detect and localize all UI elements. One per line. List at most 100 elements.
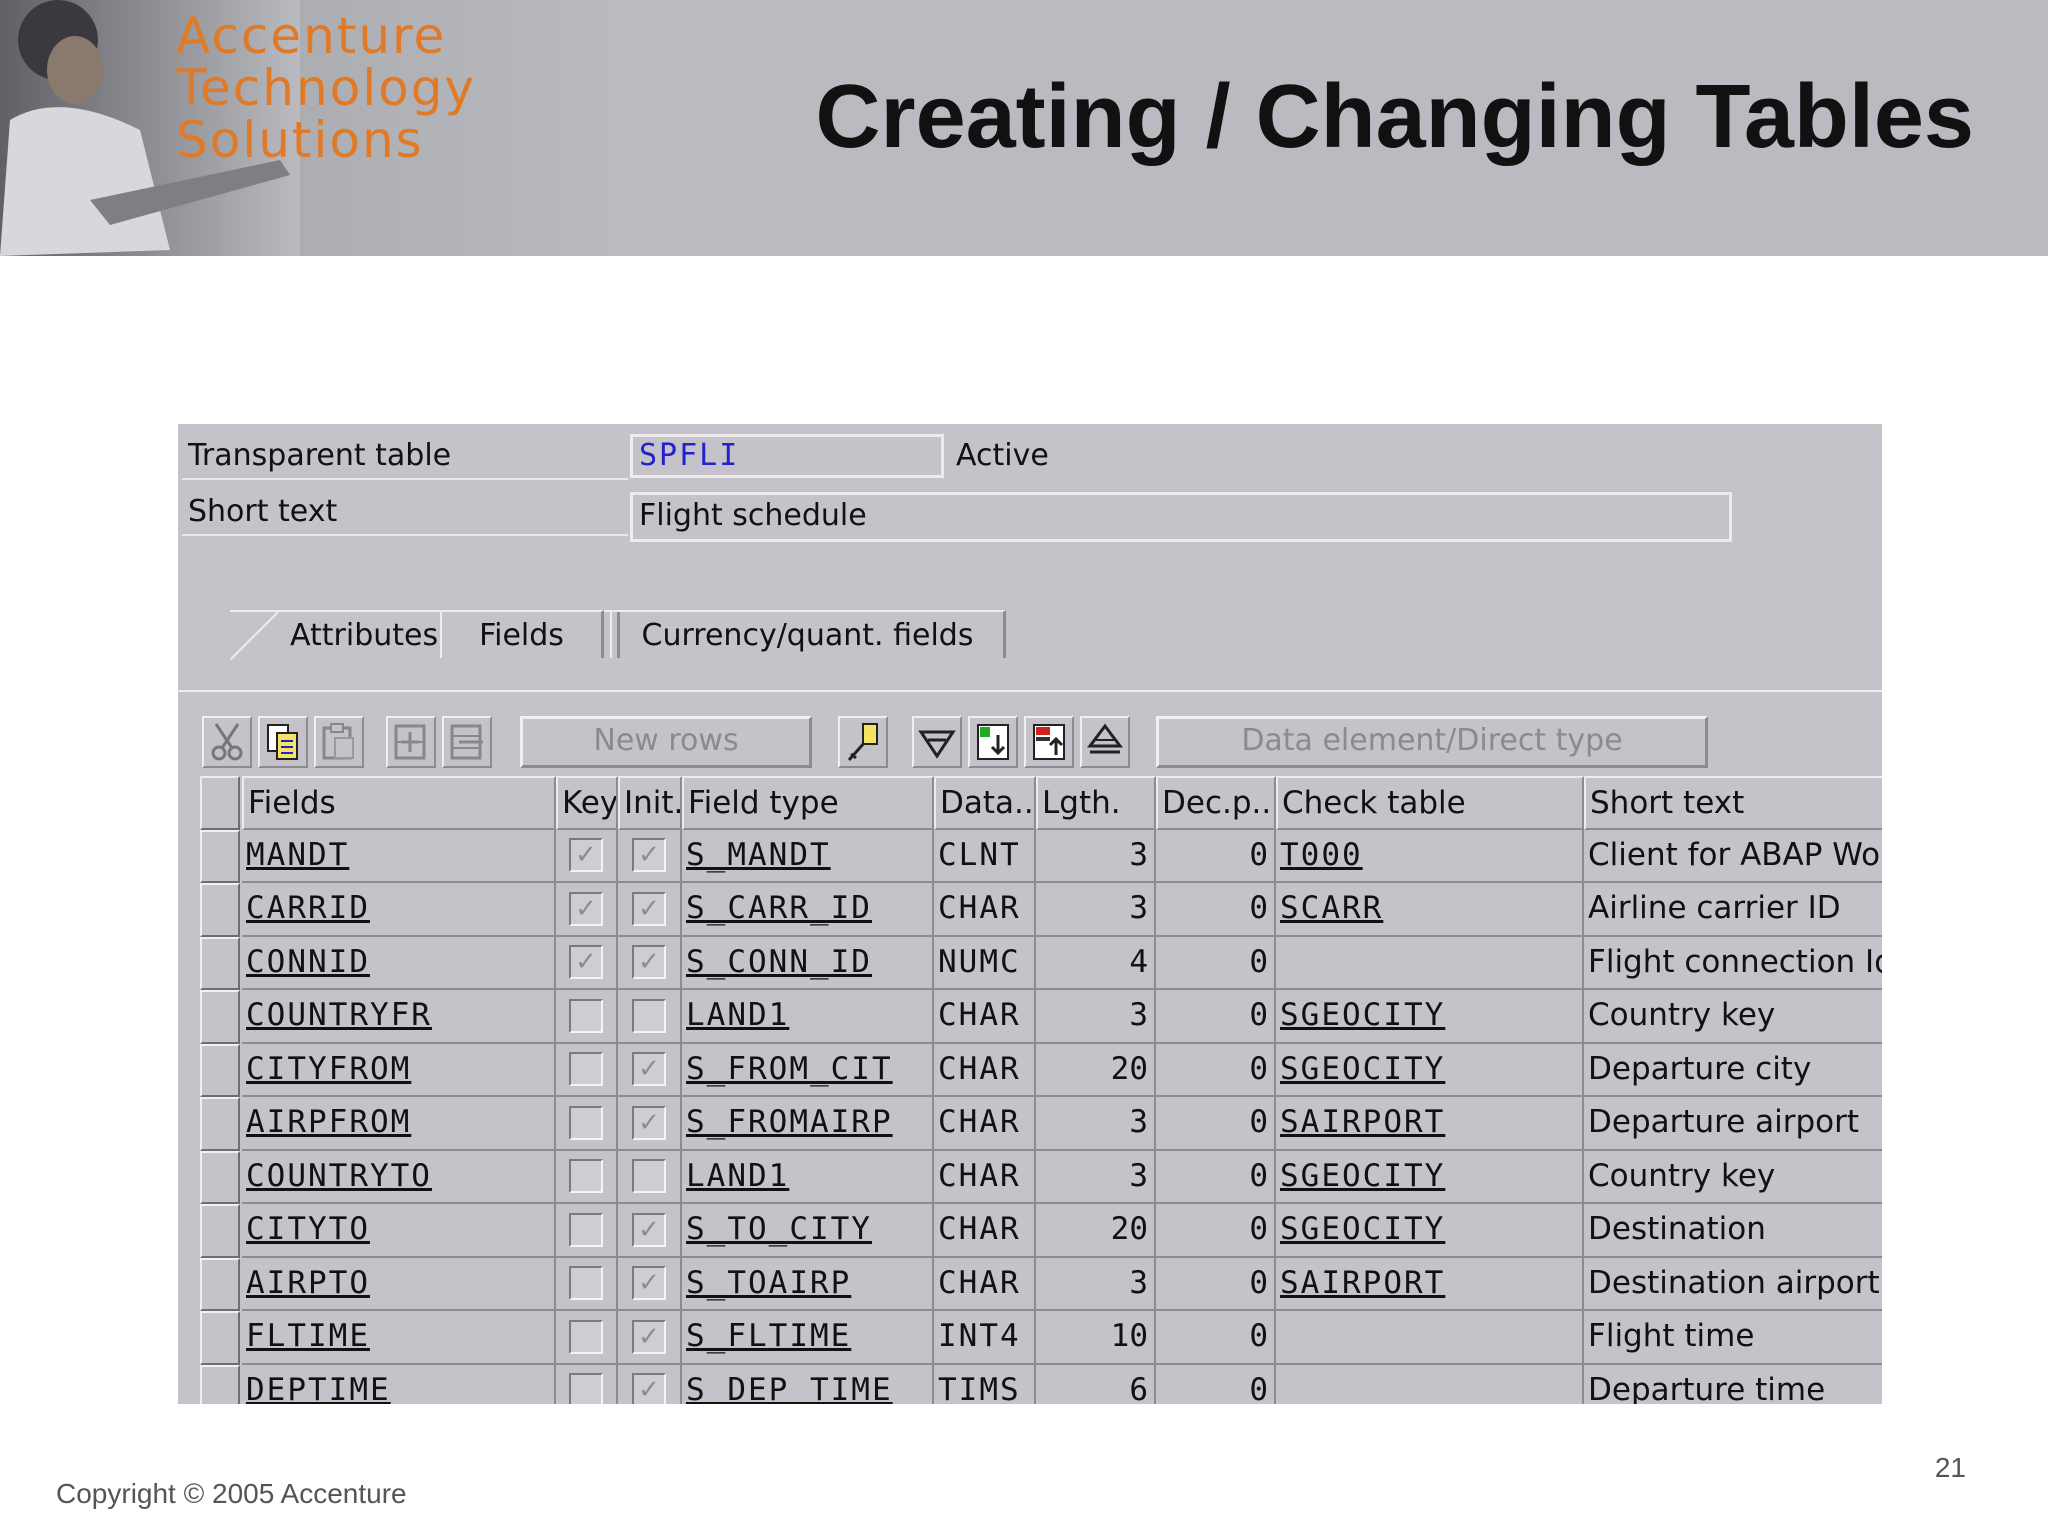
col-header-key[interactable]: Key [556,776,618,830]
check-table-cell[interactable]: T000 [1276,829,1584,883]
field-type-cell[interactable]: S_FLTIME [682,1311,934,1365]
data-type-cell: CHAR [934,1097,1036,1151]
col-header-fields[interactable]: Fields [242,776,556,830]
field-type-cell[interactable]: S_TO_CITY [682,1204,934,1258]
row-selector[interactable] [200,936,240,990]
search-help-icon[interactable] [912,716,962,768]
short-text-field[interactable]: Flight schedule [630,492,1732,542]
field-name-cell[interactable]: FLTIME [242,1311,556,1365]
col-header-decimals[interactable]: Dec.p... [1156,776,1276,830]
copy-icon[interactable] [258,716,308,768]
check-table-cell[interactable]: SCARR [1276,883,1584,937]
field-name-cell[interactable]: CARRID [242,883,556,937]
row-selector[interactable] [200,1097,240,1151]
row-selector[interactable] [200,1204,240,1258]
unchecked-checkbox-icon[interactable] [569,1105,603,1140]
row-selector[interactable] [200,1150,240,1204]
row-selector[interactable] [200,1043,240,1097]
field-name-cell[interactable]: MANDT [242,829,556,883]
checked-checkbox-icon[interactable]: ✓ [632,838,666,873]
unchecked-checkbox-icon[interactable] [569,1319,603,1354]
checked-checkbox-icon[interactable]: ✓ [632,1105,666,1140]
col-header-init[interactable]: Init. [618,776,682,830]
check-table-cell[interactable]: SGEOCITY [1276,1150,1584,1204]
decimals-cell: 0 [1156,1150,1276,1204]
include-icon[interactable] [1024,716,1074,768]
field-name-cell[interactable]: CONNID [242,936,556,990]
checked-checkbox-icon[interactable]: ✓ [632,1052,666,1087]
data-element-direct-type-button[interactable]: Data element/Direct type [1156,716,1708,768]
key-icon[interactable] [838,716,888,768]
check-table-cell[interactable] [1276,1364,1584,1404]
append-structure-icon[interactable] [968,716,1018,768]
field-name-cell[interactable]: COUNTRYTO [242,1150,556,1204]
checked-checkbox-icon[interactable]: ✓ [569,838,603,873]
unchecked-checkbox-icon[interactable] [569,1266,603,1301]
select-all-cell[interactable] [200,776,240,830]
field-name-cell[interactable]: DEPTIME [242,1364,556,1404]
decimals-cell: 0 [1156,1311,1276,1365]
field-name-cell[interactable]: COUNTRYFR [242,990,556,1044]
check-table-cell[interactable]: SAIRPORT [1276,1257,1584,1311]
table-name-field[interactable]: SPFLI [630,434,944,478]
check-table-cell[interactable]: SGEOCITY [1276,990,1584,1044]
field-name-cell[interactable]: CITYTO [242,1204,556,1258]
check-table-cell[interactable]: SGEOCITY [1276,1204,1584,1258]
col-header-length[interactable]: Lgth. [1036,776,1156,830]
paste-icon[interactable] [314,716,364,768]
row-selector[interactable] [200,1364,240,1404]
checked-checkbox-icon[interactable]: ✓ [569,891,603,926]
hierarchy-icon[interactable] [1080,716,1130,768]
col-header-data-type[interactable]: Data... [934,776,1036,830]
field-name-cell[interactable]: CITYFROM [242,1043,556,1097]
checked-checkbox-icon[interactable]: ✓ [569,945,603,980]
tab-fields[interactable]: Fields [440,610,604,658]
new-rows-button[interactable]: New rows [520,716,812,768]
checked-checkbox-icon[interactable]: ✓ [632,1266,666,1301]
field-type-cell[interactable]: LAND1 [682,990,934,1044]
unchecked-checkbox-icon[interactable] [569,1052,603,1087]
field-type-cell[interactable]: S_MANDT [682,829,934,883]
checked-checkbox-icon[interactable]: ✓ [632,945,666,980]
unchecked-checkbox-icon[interactable] [569,1373,603,1404]
field-type-cell[interactable]: S_CARR_ID [682,883,934,937]
check-table-cell[interactable]: SGEOCITY [1276,1043,1584,1097]
key-checkbox [556,1257,618,1311]
col-header-field-type[interactable]: Field type [682,776,934,830]
row-selector[interactable] [200,1257,240,1311]
field-type-cell[interactable]: S_TOAIRP [682,1257,934,1311]
length-cell: 3 [1036,1257,1156,1311]
unchecked-checkbox-icon[interactable] [569,998,603,1033]
row-selector[interactable] [200,990,240,1044]
checked-checkbox-icon[interactable]: ✓ [632,1373,666,1404]
check-table-cell[interactable] [1276,1311,1584,1365]
row-selector[interactable] [200,829,240,883]
insert-row-icon[interactable] [386,716,436,768]
field-name-cell[interactable]: AIRPTO [242,1257,556,1311]
row-selector[interactable] [200,883,240,937]
cut-icon[interactable] [202,716,252,768]
field-name-cell[interactable]: AIRPFROM [242,1097,556,1151]
unchecked-checkbox-icon[interactable] [569,1212,603,1247]
unchecked-checkbox-icon[interactable] [632,998,666,1033]
check-table-cell[interactable] [1276,936,1584,990]
delete-row-icon[interactable] [442,716,492,768]
check-table-cell[interactable]: SAIRPORT [1276,1097,1584,1151]
field-type-cell[interactable]: S_DEP_TIME [682,1364,934,1404]
checked-checkbox-icon[interactable]: ✓ [632,891,666,926]
col-header-short-text[interactable]: Short text [1584,776,1882,830]
row-selector[interactable] [200,1311,240,1365]
key-checkbox: ✓ [556,883,618,937]
initial-values-checkbox [618,1150,682,1204]
tab-currency-quant-fields[interactable]: Currency/quant. fields [610,610,1006,658]
table-row: CONNID ✓ ✓ S_CONN_ID NUMC 4 0 Flight connection… [200,936,1882,990]
unchecked-checkbox-icon[interactable] [569,1159,603,1194]
field-type-cell[interactable]: S_FROMAIRP [682,1097,934,1151]
unchecked-checkbox-icon[interactable] [632,1159,666,1194]
col-header-check-table[interactable]: Check table [1276,776,1584,830]
checked-checkbox-icon[interactable]: ✓ [632,1212,666,1247]
checked-checkbox-icon[interactable]: ✓ [632,1319,666,1354]
field-type-cell[interactable]: LAND1 [682,1150,934,1204]
field-type-cell[interactable]: S_FROM_CIT [682,1043,934,1097]
field-type-cell[interactable]: S_CONN_ID [682,936,934,990]
